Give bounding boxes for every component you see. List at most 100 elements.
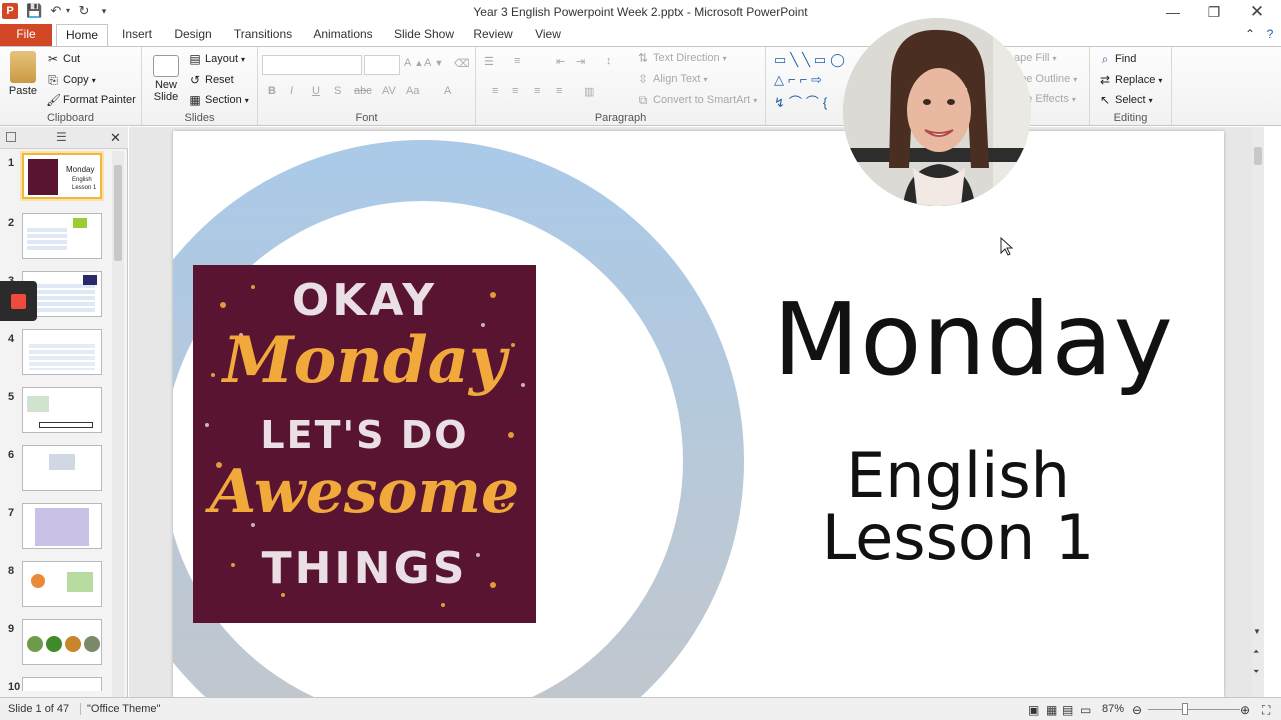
zoom-level[interactable]: 87% [1102, 703, 1124, 715]
numbering-icon[interactable]: ≡ [514, 55, 520, 67]
reset-button[interactable]: ↺ Reset [188, 73, 234, 87]
underline-icon[interactable]: U [312, 85, 320, 97]
cut-button[interactable]: ✂ Cut [46, 52, 80, 66]
align-right-icon[interactable]: ≡ [534, 85, 540, 97]
slide-sorter-icon[interactable]: ▦ [1046, 703, 1057, 717]
subtitle-line-2: Lesson 1 [821, 501, 1095, 574]
thumbnail-slide-5[interactable] [22, 387, 102, 433]
minimize-ribbon-icon[interactable]: ⌃ [1242, 24, 1258, 46]
zoom-out-icon[interactable]: ⊖ [1132, 703, 1142, 717]
thumbnails-scroll-thumb[interactable] [114, 165, 122, 261]
thumbnail-slide-6[interactable] [22, 445, 102, 491]
font-size-combo[interactable] [364, 55, 400, 75]
strikethrough-icon[interactable]: abc [354, 85, 372, 97]
bold-icon[interactable]: B [268, 85, 276, 97]
scroll-down-icon[interactable]: ▼ [1253, 627, 1261, 636]
tab-view[interactable]: View [528, 24, 568, 46]
line-spacing-icon[interactable]: ↕ [606, 55, 612, 67]
tab-transitions[interactable]: Transitions [228, 24, 298, 46]
shrink-font-icon[interactable]: A ▼ [424, 57, 443, 69]
tab-file[interactable]: File [0, 24, 52, 46]
section-button[interactable]: ▦ Section ▾ [188, 93, 248, 107]
shapes-gallery-row3[interactable]: ↯⌒⌒{ [774, 92, 831, 111]
shapes-gallery[interactable]: ▭╲╲▭◯ [774, 52, 849, 68]
thumbnail-item[interactable]: 10 [0, 677, 110, 691]
slides-tab-icon[interactable] [6, 132, 16, 142]
fit-to-window-icon[interactable]: ⛶ [1262, 703, 1270, 718]
align-text-button[interactable]: ⇳ Align Text ▾ [636, 72, 708, 86]
justify-icon[interactable]: ≡ [556, 85, 562, 97]
paste-button[interactable]: Paste [4, 51, 42, 97]
thumbnails-scrollbar[interactable] [112, 151, 124, 697]
find-button[interactable]: ⌕ Find [1098, 52, 1137, 66]
bullets-icon[interactable]: ☰ [484, 55, 494, 68]
slide-scroll-thumb[interactable] [1254, 147, 1262, 165]
thumbnail-slide-7[interactable] [22, 503, 102, 549]
minimize-icon[interactable]: — [1158, 2, 1188, 22]
format-painter-button[interactable]: 🖌 Format Painter [46, 93, 136, 107]
previous-slide-icon[interactable]: ⏶ [1253, 647, 1259, 657]
columns-icon[interactable]: ▥ [584, 85, 594, 98]
slide-editor: OKAY Monday LET'S DO Awesome THINGS Mond… [129, 127, 1264, 697]
tab-design[interactable]: Design [170, 24, 216, 46]
poster-monday: Monday [222, 323, 507, 398]
shapes-gallery-row2[interactable]: △⌐⌐⇨ [774, 72, 826, 88]
smartart-icon: ⧉ [638, 93, 648, 107]
font-color-icon[interactable]: A [444, 85, 451, 97]
thumbnail-slide-1[interactable]: Monday English Lesson 1 [20, 151, 104, 201]
new-slide-button[interactable]: New Slide [148, 51, 184, 103]
tab-home[interactable]: Home [56, 24, 108, 47]
tab-review[interactable]: Review [468, 24, 518, 46]
next-slide-icon[interactable]: ⏷ [1253, 667, 1259, 677]
italic-icon[interactable]: I [290, 85, 293, 97]
reading-view-icon[interactable]: ▤ [1062, 703, 1073, 717]
thumbnail-slide-4[interactable] [22, 329, 102, 375]
stop-recording-button[interactable] [0, 281, 37, 321]
grow-font-icon[interactable]: A ▲ [404, 57, 423, 69]
clear-formatting-icon[interactable]: ⌫ [454, 57, 470, 70]
layout-icon: ▤ [189, 52, 201, 66]
slide-show-icon[interactable]: ▭ [1080, 703, 1091, 717]
decrease-indent-icon[interactable]: ⇤ [556, 55, 565, 68]
cursor-icon: ↖ [1099, 93, 1111, 107]
text-direction-button[interactable]: ⇅ Text Direction ▾ [636, 51, 727, 65]
layout-button[interactable]: ▤ Layout ▾ [188, 52, 245, 66]
tab-slide-show[interactable]: Slide Show [390, 24, 458, 46]
convert-smartart-button[interactable]: ⧉ Convert to SmartArt ▾ [636, 93, 758, 107]
increase-indent-icon[interactable]: ⇥ [576, 55, 585, 68]
thumbnail-slide-9[interactable] [22, 619, 102, 665]
normal-view-icon[interactable]: ▣ [1028, 703, 1039, 717]
slide-title[interactable]: Monday [773, 281, 1173, 398]
copy-icon: ⎘ [48, 73, 58, 87]
select-button[interactable]: ↖ Select ▾ [1098, 93, 1153, 107]
zoom-slider[interactable] [1148, 709, 1240, 710]
restore-icon[interactable]: ❐ [1199, 2, 1229, 22]
slide-canvas[interactable]: OKAY Monday LET'S DO Awesome THINGS Mond… [173, 131, 1224, 697]
tab-insert[interactable]: Insert [114, 24, 160, 46]
shadow-icon[interactable]: S [334, 85, 341, 97]
help-icon[interactable]: ? [1262, 24, 1278, 46]
slide-scrollbar[interactable]: ▼ ⏶ ⏷ [1252, 127, 1264, 697]
align-left-icon[interactable]: ≡ [492, 85, 498, 97]
font-family-combo[interactable] [262, 55, 362, 75]
slide-subtitle[interactable]: English Lesson 1 [793, 445, 1123, 569]
thumbnail-slide-2[interactable] [22, 213, 102, 259]
outline-tab-icon[interactable]: ☰ [56, 130, 67, 144]
change-case-icon[interactable]: Aa [406, 85, 419, 97]
group-editing: ⌕ Find ⇄ Replace ▾ ↖ Select ▾ Editing [1090, 47, 1172, 125]
poster-okay: OKAY [291, 275, 438, 326]
slide-thumbnails-pane: ☰ ✕ 1 Monday English Lesson 1 2 3 4 5 [0, 127, 128, 697]
zoom-slider-thumb[interactable] [1182, 703, 1188, 715]
thumbnail-slide-8[interactable] [22, 561, 102, 607]
replace-button[interactable]: ⇄ Replace ▾ [1098, 73, 1162, 87]
character-spacing-icon[interactable]: AV [382, 85, 396, 97]
close-icon[interactable]: ✕ [1242, 2, 1272, 22]
zoom-in-icon[interactable]: ⊕ [1240, 703, 1250, 717]
copy-button[interactable]: ⎘ Copy ▾ [46, 73, 96, 87]
shape-fill-button[interactable]: ape Fill ▾ [1014, 52, 1056, 64]
tab-animations[interactable]: Animations [308, 24, 378, 46]
section-icon: ▦ [189, 93, 201, 107]
align-center-icon[interactable]: ≡ [512, 85, 518, 97]
close-pane-icon[interactable]: ✕ [110, 130, 121, 146]
thumbnail-slide-10[interactable] [22, 677, 102, 691]
